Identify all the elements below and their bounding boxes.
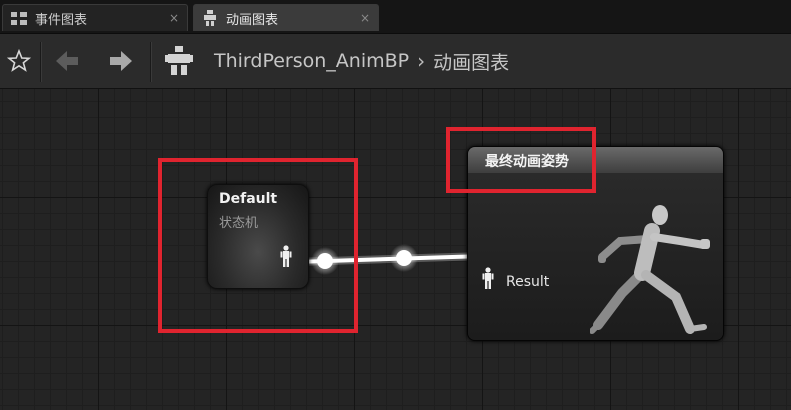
pin-label: Result — [506, 274, 550, 290]
highlight-box-output-pose-title — [446, 127, 596, 193]
highlight-box-state-machine — [158, 158, 358, 333]
pose-input-pin-icon[interactable] — [482, 267, 494, 293]
running-mannequin-icon — [589, 201, 716, 340]
node-body: Result — [468, 173, 723, 340]
